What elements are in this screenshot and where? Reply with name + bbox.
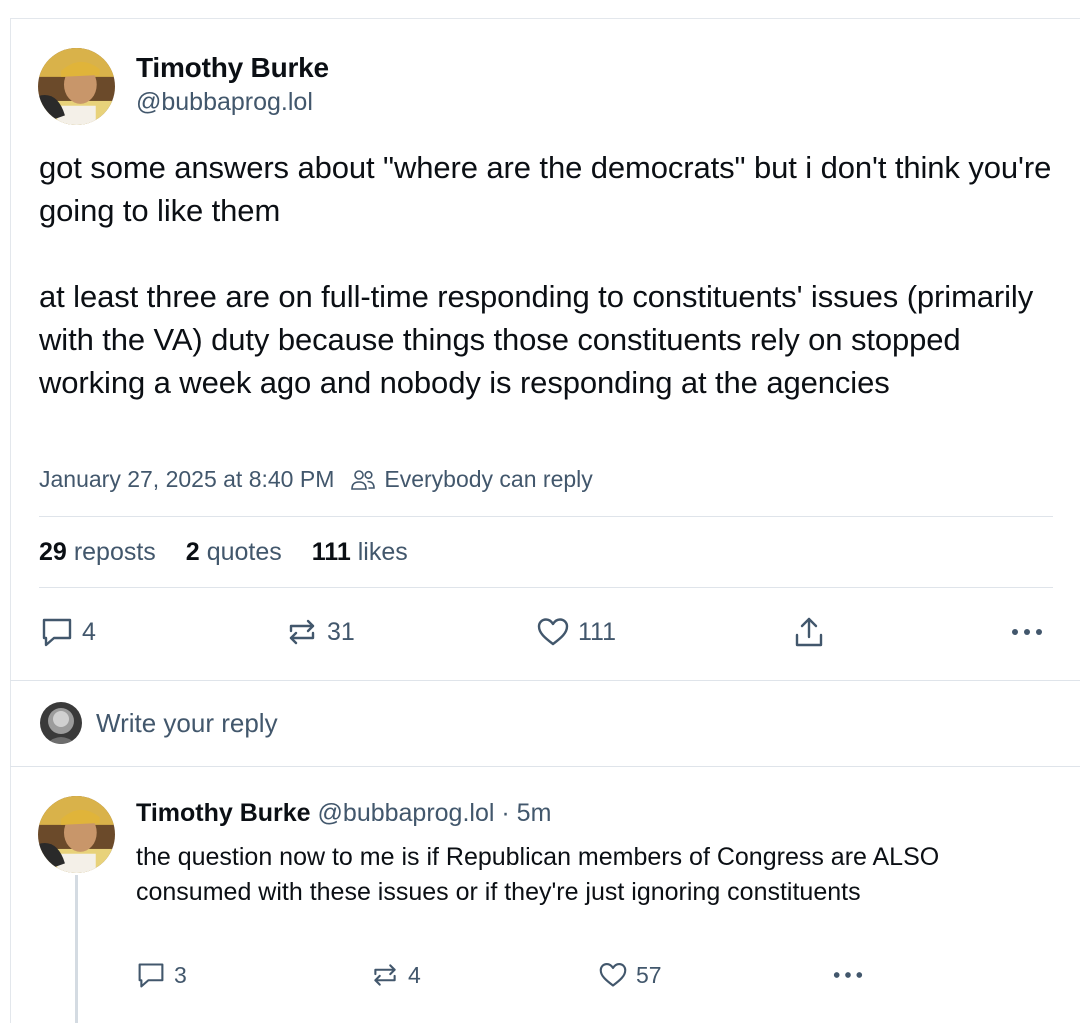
heart-icon <box>537 618 569 646</box>
people-icon <box>351 469 376 490</box>
more-dots-icon <box>1012 629 1042 635</box>
author-name[interactable]: Timothy Burke <box>136 52 329 84</box>
post-text: got some answers about "where are the de… <box>39 146 1059 404</box>
divider <box>39 587 1053 588</box>
reply-repost-button[interactable]: 4 <box>370 961 421 989</box>
reply-more-options-button[interactable] <box>832 970 872 980</box>
heart-icon <box>599 963 627 987</box>
speech-bubble-icon <box>42 618 72 647</box>
share-upload-icon <box>795 617 823 647</box>
divider <box>10 766 1080 767</box>
post-paragraph: at least three are on full-time respondi… <box>39 279 1042 400</box>
share-button[interactable] <box>792 615 834 649</box>
author-avatar[interactable] <box>38 48 115 125</box>
like-count: 111 <box>578 617 617 646</box>
reply-author-line: Timothy Burke @bubbaprog.lol · 5m <box>136 799 551 828</box>
reply-reply-count: 3 <box>174 961 187 988</box>
post-paragraph: got some answers about "where are the de… <box>39 150 1060 228</box>
reply-like-button[interactable]: 57 <box>598 961 662 989</box>
reply-input-placeholder[interactable]: Write your reply <box>96 708 278 739</box>
divider <box>39 516 1053 517</box>
reply-count: 4 <box>82 617 96 646</box>
reply-text: the question now to me is if Republican … <box>136 843 940 906</box>
reply-reply-button[interactable]: 3 <box>136 961 187 989</box>
reply-author-avatar[interactable] <box>38 796 115 873</box>
reply-setting: Everybody can reply <box>350 466 593 493</box>
speech-bubble-icon <box>138 963 164 988</box>
likes-stat[interactable]: 111 likes <box>312 538 408 567</box>
thread-line <box>75 875 78 1023</box>
reposts-stat[interactable]: 29 reposts <box>39 538 156 567</box>
repost-arrows-icon <box>374 964 396 986</box>
reply-time[interactable]: · 5m <box>501 799 551 827</box>
repost-button[interactable]: 31 <box>285 616 355 648</box>
reply-like-count: 57 <box>636 961 662 988</box>
post-timestamp[interactable]: January 27, 2025 at 8:40 PM <box>39 466 334 493</box>
more-options-button[interactable] <box>1010 627 1052 637</box>
repost-count: 31 <box>327 617 355 646</box>
post-meta: January 27, 2025 at 8:40 PM Everybody ca… <box>39 466 593 493</box>
reply-setting-label: Everybody can reply <box>384 466 593 492</box>
more-dots-icon <box>833 972 863 978</box>
reply-author-handle[interactable]: @bubbaprog.lol <box>318 799 495 827</box>
reply-button[interactable]: 4 <box>40 616 96 648</box>
quotes-stat[interactable]: 2 quotes <box>186 538 282 567</box>
repost-arrows-icon <box>289 619 315 645</box>
like-button[interactable]: 111 <box>536 616 616 648</box>
author-handle[interactable]: @bubbaprog.lol <box>136 88 313 117</box>
post-stats: 29 reposts 2 quotes 111 likes <box>39 538 438 567</box>
divider <box>10 680 1080 681</box>
reply-composer[interactable]: Write your reply <box>40 702 278 744</box>
reply-author-name[interactable]: Timothy Burke <box>136 799 311 827</box>
reply-repost-count: 4 <box>408 961 421 988</box>
current-user-avatar <box>40 702 82 744</box>
